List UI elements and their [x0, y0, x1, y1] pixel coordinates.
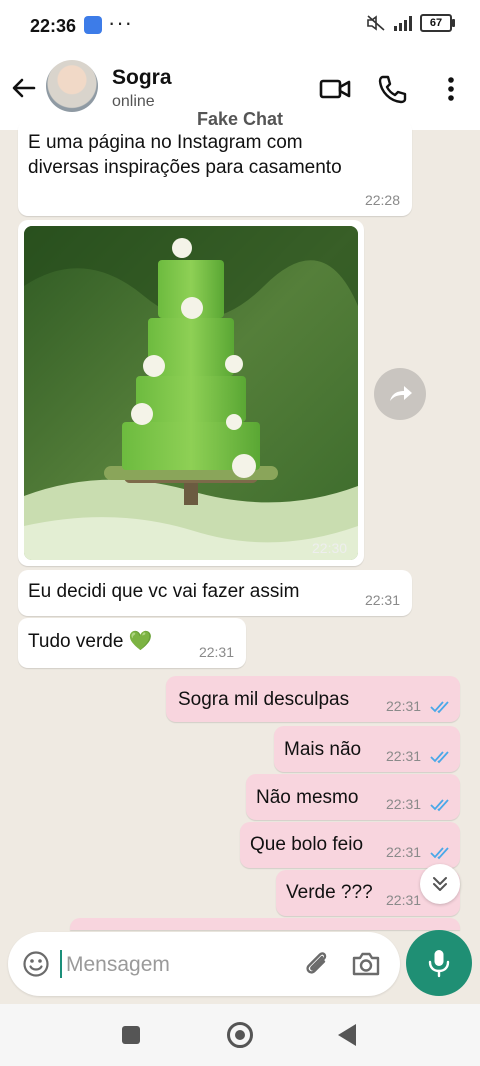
read-ticks-icon [430, 701, 449, 714]
signal-icon [394, 15, 412, 31]
camera-icon[interactable] [350, 948, 382, 980]
message-time: 22:30 [312, 540, 348, 556]
message-bubble-outgoing[interactable]: Que bolo feio 22:31 [240, 822, 460, 868]
chevrons-down-icon [433, 877, 447, 891]
battery-icon: 67 [420, 14, 455, 32]
message-input[interactable] [64, 948, 288, 982]
message-text: Tudo verde 💚 [28, 631, 153, 652]
message-time: 22:31 [198, 644, 234, 660]
message-bubble-outgoing[interactable]: Não mesmo 22:31 [246, 774, 460, 820]
status-time: 22:36 [30, 16, 77, 36]
read-ticks-icon [430, 799, 449, 812]
message-bubble-incoming[interactable]: E uma página no Instagram com diversas i… [18, 120, 412, 216]
paperclip-icon[interactable] [300, 948, 332, 980]
message-time: 22:31 [386, 698, 422, 714]
scroll-down-button[interactable] [420, 864, 460, 904]
status-bar: 22:36 ··· 67 [0, 0, 480, 52]
video-camera-icon[interactable] [318, 72, 352, 106]
message-time: 22:31 [364, 592, 400, 608]
message-time: 22:31 [386, 892, 422, 908]
recent-apps-icon[interactable] [122, 1026, 140, 1044]
message-bubble-incoming[interactable]: Tudo verde 💚 22:31 [18, 618, 246, 668]
read-ticks-icon [430, 751, 449, 764]
message-text: Verde ??? [286, 882, 373, 903]
message-text: Eu decidi que vc vai fazer assim [28, 581, 300, 602]
arrow-left-icon[interactable] [10, 74, 38, 102]
message-text: E uma página no Instagram com diversas i… [28, 132, 342, 178]
forward-icon [390, 386, 412, 401]
forward-button[interactable] [374, 368, 426, 420]
contact-name[interactable]: Sogra [112, 66, 172, 90]
message-time: 22:28 [364, 192, 400, 208]
message-bubble-incoming[interactable]: Eu decidi que vc vai fazer assim 22:31 [18, 570, 412, 616]
message-bubble-outgoing-partial [70, 918, 460, 930]
back-icon[interactable] [338, 1024, 356, 1046]
message-time: 22:31 [386, 796, 422, 812]
message-text: Sogra mil desculpas [178, 689, 350, 710]
system-navigation-bar [0, 1004, 480, 1066]
message-text: Mais não [284, 739, 362, 760]
mute-icon [367, 15, 385, 31]
cake-image[interactable] [24, 226, 358, 560]
home-icon[interactable] [227, 1022, 253, 1048]
avatar[interactable] [46, 60, 98, 112]
read-ticks-icon [430, 847, 449, 860]
message-text: Que bolo feio [250, 834, 364, 855]
message-bubble-outgoing[interactable]: Sogra mil desculpas 22:31 [166, 676, 460, 722]
message-bubble-outgoing[interactable]: Mais não 22:31 [274, 726, 460, 772]
message-composer [8, 932, 400, 996]
cake-photo [24, 226, 358, 560]
microphone-icon [428, 950, 450, 978]
status-icons: 67 [366, 14, 455, 32]
message-text: Não mesmo [256, 787, 359, 808]
text-cursor [60, 950, 62, 978]
message-time: 22:31 [386, 748, 422, 764]
more-vertical-icon[interactable] [434, 72, 468, 106]
notification-app-icon [84, 16, 102, 34]
message-time: 22:31 [386, 844, 422, 860]
mic-button[interactable] [406, 930, 472, 996]
watermark-label: Fake Chat [196, 109, 284, 129]
phone-icon[interactable] [375, 72, 409, 106]
emoji-icon[interactable] [22, 950, 50, 978]
more-notifications-icon: ··· [108, 10, 133, 35]
